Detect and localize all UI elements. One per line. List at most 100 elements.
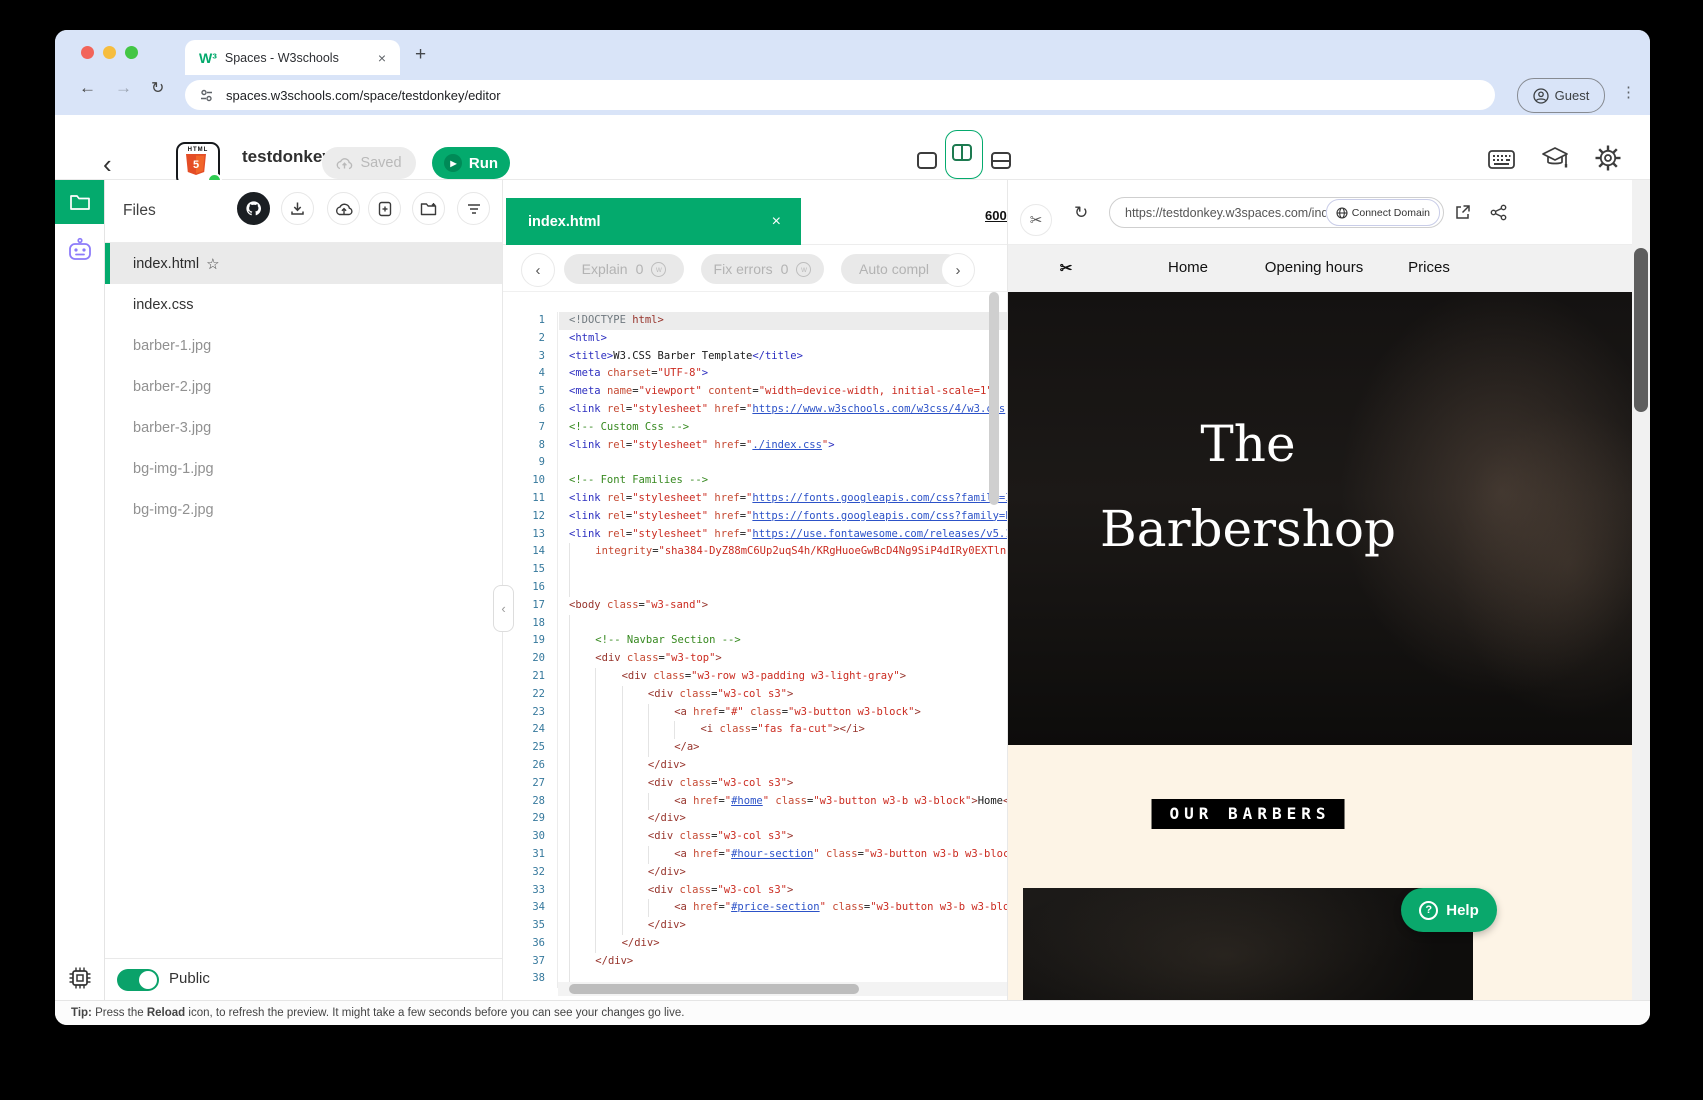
editor-tab-close-icon[interactable]: × [772, 213, 781, 231]
keyboard-shortcuts-icon[interactable] [1488, 150, 1515, 169]
saved-label: Saved [360, 155, 401, 171]
code-line-24: <i class="fas fa-cut"></i> [569, 721, 1008, 739]
code-line-15 [569, 561, 1008, 579]
share-icon[interactable] [1490, 204, 1507, 221]
site-nav-home[interactable]: Home [1168, 259, 1208, 276]
left-icon-rail [55, 180, 105, 1000]
fix-errors-label: Fix errors [714, 261, 773, 277]
collapse-sidebar-handle[interactable]: ‹ [493, 585, 514, 632]
file-item-barber-1.jpg[interactable]: barber-1.jpg [105, 325, 502, 366]
explain-count: 0 [636, 261, 644, 277]
line-number: 5 [503, 383, 545, 401]
tip-body2: icon, to refresh the preview. It might t… [185, 1007, 684, 1019]
settings-gear-icon[interactable] [1594, 144, 1622, 172]
guest-label: Guest [1555, 88, 1590, 103]
public-toggle[interactable] [117, 969, 159, 991]
editor-tab-index-html[interactable]: index.html × [506, 198, 801, 245]
file-item-barber-2.jpg[interactable]: barber-2.jpg [105, 366, 502, 407]
tip-bold: Reload [147, 1007, 185, 1019]
layout-split-horizontal-button[interactable] [991, 152, 1011, 169]
open-in-new-tab-icon[interactable] [1454, 204, 1471, 221]
site-navbar: ✂ Home Opening hours Prices [1008, 245, 1633, 292]
code-line-1: <!DOCTYPE html> [559, 312, 1008, 330]
connect-domain-button[interactable]: Connect Domain [1326, 199, 1440, 226]
browser-menu-icon[interactable]: ⋮ [1621, 83, 1636, 101]
layout-split-vertical-selected[interactable] [945, 130, 983, 179]
code-area[interactable]: 1234567891011121314151617181920212223242… [503, 292, 1008, 1000]
zoom-window-button[interactable] [125, 46, 138, 59]
file-item-bg-img-2.jpg[interactable]: bg-img-2.jpg [105, 489, 502, 530]
preview-reload-icon[interactable]: ↻ [1074, 203, 1088, 223]
credit-coin-icon: w [651, 262, 666, 277]
filter-files-button[interactable] [457, 192, 490, 225]
line-number: 25 [503, 739, 545, 757]
help-button[interactable]: ? Help [1401, 888, 1497, 932]
minimize-window-button[interactable] [103, 46, 116, 59]
code-line-18 [569, 615, 1008, 633]
line-number: 28 [503, 793, 545, 811]
preview-scrollbar-thumb[interactable] [1634, 248, 1648, 412]
line-number: 38 [503, 970, 545, 988]
line-number: 34 [503, 899, 545, 917]
download-files-button[interactable] [281, 192, 314, 225]
chip-embed-icon[interactable] [67, 965, 93, 991]
back-icon[interactable]: ← [79, 78, 96, 98]
explain-button[interactable]: Explain 0 w [564, 254, 684, 284]
new-file-icon [378, 201, 392, 217]
file-item-barber-3.jpg[interactable]: barber-3.jpg [105, 407, 502, 448]
svg-text:5: 5 [193, 159, 199, 171]
help-label: Help [1446, 902, 1479, 919]
saved-button[interactable]: Saved [322, 147, 416, 179]
site-page: The Barbershop OUR BARBERS ? Help [1008, 292, 1633, 1000]
preview-url-bar[interactable]: https://testdonkey.w3spaces.com/index...… [1109, 197, 1444, 228]
address-bar[interactable]: spaces.w3schools.com/space/testdonkey/ed… [185, 80, 1495, 110]
upload-files-button[interactable] [327, 192, 360, 225]
run-label: Run [469, 155, 498, 172]
files-panel-button[interactable] [55, 180, 104, 224]
line-number: 10 [503, 472, 545, 490]
file-name: barber-1.jpg [133, 338, 211, 354]
star-icon[interactable]: ☆ [206, 255, 219, 273]
code-lines: <!DOCTYPE html><html><title>W3.CSS Barbe… [569, 312, 1008, 988]
new-tab-button[interactable]: + [415, 44, 426, 66]
file-item-index.css[interactable]: index.css [105, 284, 502, 325]
ai-next-button[interactable]: › [941, 253, 975, 287]
guest-profile-button[interactable]: Guest [1517, 78, 1605, 113]
layout-split-vertical-icon [952, 144, 972, 161]
run-button[interactable]: ▶ Run [432, 147, 510, 179]
scrollbar-thumb[interactable] [569, 984, 859, 994]
site-nav-scissors-icon[interactable]: ✂ [1060, 259, 1073, 277]
browser-window: W³ Spaces - W3schools × + ← → ↻ spaces.w… [55, 30, 1650, 1025]
forward-icon[interactable]: → [115, 78, 132, 98]
code-line-19: <!-- Navbar Section --> [569, 632, 1008, 650]
code-editor-pane: index.html × ‹ Explain 0 w Fix errors 0 … [502, 180, 1007, 1000]
code-line-20: <div class="w3-top"> [569, 650, 1008, 668]
layout-single-pane-button[interactable] [917, 152, 937, 169]
line-number-gutter: 1234567891011121314151617181920212223242… [503, 312, 558, 988]
fix-errors-button[interactable]: Fix errors 0 w [701, 254, 824, 284]
preview-tools-scissors-icon[interactable]: ✂ [1020, 204, 1052, 236]
tip-prefix: Tip: [71, 1007, 92, 1019]
browser-tab[interactable]: W³ Spaces - W3schools × [185, 40, 400, 75]
reload-icon[interactable]: ↻ [151, 78, 164, 98]
code-line-8: <link rel="stylesheet" href="./index.css… [569, 437, 1008, 455]
ai-prev-button[interactable]: ‹ [521, 253, 555, 287]
editor-vertical-scrollbar[interactable] [989, 292, 999, 505]
back-to-spaces-button[interactable]: ‹ [103, 149, 112, 180]
github-import-button[interactable] [237, 192, 270, 225]
site-nav-prices[interactable]: Prices [1408, 259, 1450, 276]
new-file-button[interactable] [368, 192, 401, 225]
file-item-index.html[interactable]: index.html☆ [105, 243, 502, 284]
editor-horizontal-scrollbar[interactable] [558, 982, 1008, 996]
ai-assistant-robot-icon[interactable] [66, 237, 94, 265]
file-item-bg-img-1.jpg[interactable]: bg-img-1.jpg [105, 448, 502, 489]
close-window-button[interactable] [81, 46, 94, 59]
tab-close-icon[interactable]: × [374, 50, 390, 66]
site-info-icon[interactable] [199, 88, 214, 103]
site-nav-opening-hours[interactable]: Opening hours [1265, 259, 1363, 276]
line-number: 12 [503, 508, 545, 526]
new-folder-button[interactable] [412, 192, 445, 225]
preview-scrollbar[interactable] [1632, 180, 1650, 1000]
tutorials-graduation-cap-icon[interactable] [1541, 145, 1569, 171]
code-line-37: </div> [569, 953, 1008, 971]
